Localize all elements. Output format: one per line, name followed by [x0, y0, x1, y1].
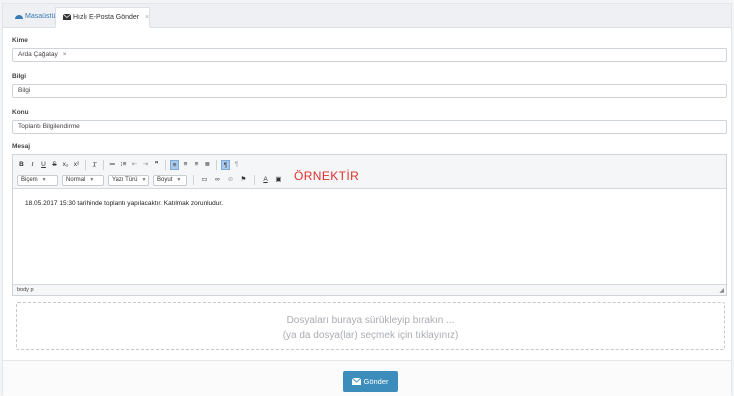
- align-left-icon[interactable]: ≡: [170, 159, 179, 170]
- recipient-token: Arda Çağatay ×: [18, 49, 67, 61]
- dropzone-line-2: (ya da dosya(lar) seçmek için tıklayınız…: [282, 330, 459, 341]
- text-color-icon[interactable]: A: [261, 175, 270, 185]
- link-icon[interactable]: ∞: [213, 175, 222, 185]
- numbered-list-icon[interactable]: ≔: [108, 160, 117, 170]
- compose-panel: Masaüstü Hızlı E-Posta Gönder × Kime Arda…: [2, 3, 732, 396]
- bold-icon[interactable]: B: [17, 160, 26, 170]
- underline-icon[interactable]: U: [39, 160, 48, 170]
- cc-label: Bilgi: [12, 73, 27, 80]
- envelope-icon: [62, 13, 73, 21]
- tab-bar: Masaüstü Hızlı E-Posta Gönder ×: [3, 4, 731, 28]
- font-select[interactable]: Yazı Türü ▼: [108, 174, 149, 186]
- editor-content[interactable]: 18.05.2017 15:30 tarihinde toplantı yapı…: [25, 200, 223, 207]
- paragraph-format-select[interactable]: Normal ▼: [62, 174, 104, 186]
- dropzone-line-1: Dosyaları buraya sürükleyip bırakın ...: [286, 315, 455, 326]
- style-select[interactable]: Biçem ▼: [17, 174, 58, 186]
- align-right-icon[interactable]: ≡: [192, 160, 201, 170]
- tab-desktop-label: Masaüstü: [25, 13, 56, 20]
- paragraph-format-value: Normal: [66, 176, 86, 183]
- chevron-down-icon: ▼: [176, 176, 182, 183]
- rich-text-editor: B I U S x₂ x² T̲ ≔ ⁝≡ ⇤ ⇥ ❞ ≡ ≡ ≡ ≣ ¶ ¶ …: [12, 154, 727, 296]
- send-label: Gönder: [363, 377, 389, 386]
- font-select-value: Yazı Türü: [112, 176, 138, 183]
- rtl-icon[interactable]: ¶: [232, 160, 241, 170]
- ltr-icon[interactable]: ¶: [221, 159, 230, 170]
- remove-recipient-icon[interactable]: ×: [63, 51, 67, 58]
- chevron-down-icon: ▼: [89, 176, 95, 183]
- element-path: body p: [13, 284, 726, 295]
- strikethrough-icon[interactable]: S: [50, 160, 59, 170]
- justify-icon[interactable]: ≣: [203, 160, 212, 170]
- envelope-icon: [352, 377, 363, 386]
- blockquote-icon[interactable]: ❞: [152, 160, 161, 170]
- background-color-icon[interactable]: ▣: [274, 175, 283, 185]
- outdent-icon[interactable]: ⇤: [130, 160, 139, 170]
- unlink-icon[interactable]: ⊘: [226, 175, 235, 185]
- align-center-icon[interactable]: ≡: [181, 160, 190, 170]
- to-field[interactable]: Arda Çağatay ×: [12, 48, 727, 62]
- anchor-flag-icon[interactable]: ⚑: [239, 175, 248, 185]
- size-select[interactable]: Boyut ▼: [153, 174, 187, 186]
- bulleted-list-icon[interactable]: ⁝≡: [119, 160, 128, 170]
- image-icon[interactable]: ▭: [200, 175, 209, 185]
- form-footer: Gönder: [3, 360, 731, 396]
- remove-format-icon[interactable]: T̲: [90, 160, 99, 170]
- chevron-down-icon: ▼: [41, 176, 47, 183]
- to-label: Kime: [12, 37, 28, 44]
- tab-quick-email-label: Hızlı E-Posta Gönder: [73, 14, 140, 21]
- size-select-value: Boyut: [157, 176, 173, 183]
- file-dropzone[interactable]: Dosyaları buraya sürükleyip bırakın ... …: [16, 302, 725, 350]
- cc-field[interactable]: Bilgi: [12, 84, 727, 98]
- subject-field[interactable]: Toplantı Bilgilendirme: [12, 120, 727, 134]
- dashboard-icon: [15, 13, 25, 20]
- resize-handle-icon[interactable]: ◢: [719, 287, 724, 294]
- close-icon[interactable]: ×: [145, 14, 149, 21]
- chevron-down-icon: ▼: [141, 176, 147, 183]
- sample-watermark: ÖRNEKTİR: [294, 169, 360, 183]
- italic-icon[interactable]: I: [28, 160, 37, 170]
- superscript-icon[interactable]: x²: [72, 160, 81, 170]
- editor-toolbar: B I U S x₂ x² T̲ ≔ ⁝≡ ⇤ ⇥ ❞ ≡ ≡ ≡ ≣ ¶ ¶ …: [13, 155, 726, 189]
- subscript-icon[interactable]: x₂: [61, 160, 70, 170]
- style-select-value: Biçem: [21, 176, 38, 183]
- message-label: Mesaj: [12, 143, 31, 150]
- recipient-name: Arda Çağatay: [18, 51, 58, 58]
- subject-label: Konu: [12, 109, 29, 116]
- indent-icon[interactable]: ⇥: [141, 160, 150, 170]
- send-button[interactable]: Gönder: [343, 371, 398, 392]
- tab-quick-email[interactable]: Hızlı E-Posta Gönder ×: [55, 7, 150, 28]
